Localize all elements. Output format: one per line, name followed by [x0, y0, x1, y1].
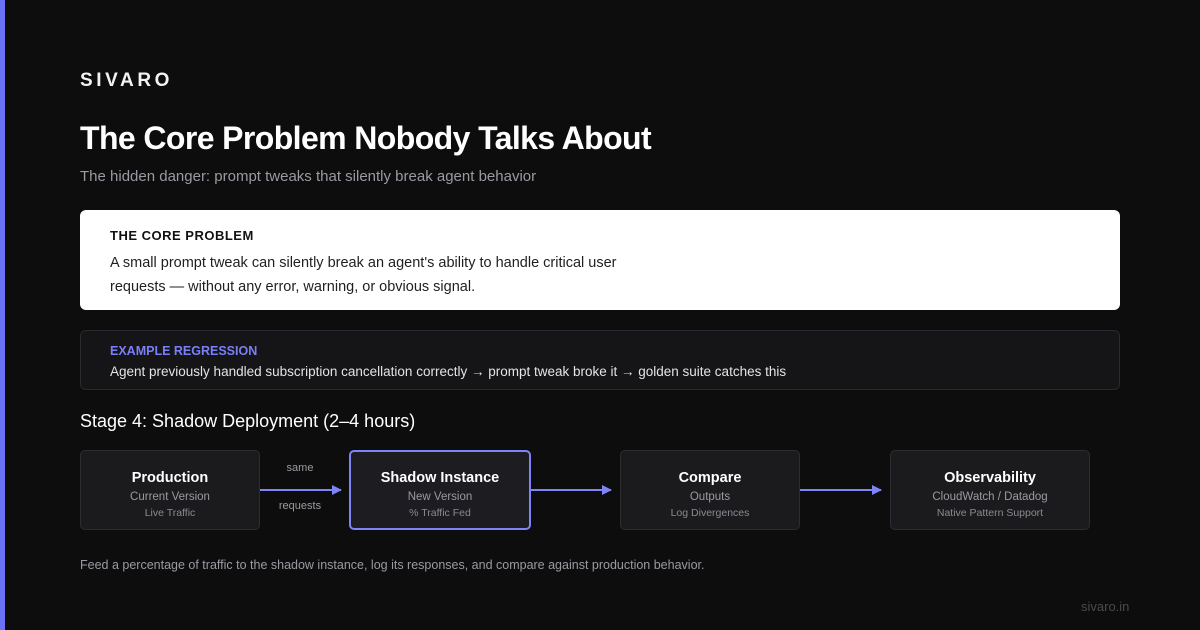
node-compare: Compare Outputs Log Divergences — [620, 450, 800, 530]
edge-label-bottom: requests — [278, 500, 322, 512]
footer-url[interactable]: sivaro.in — [1081, 599, 1129, 614]
node-detail: Live Traffic — [144, 507, 196, 519]
node-title: Compare — [678, 470, 742, 486]
node-shadow-instance: Shadow Instance New Version % Traffic Fe… — [349, 450, 531, 530]
node-title: Shadow Instance — [380, 470, 500, 486]
node-subtitle: Current Version — [130, 491, 210, 503]
node-observability: Observability CloudWatch / Datadog Nativ… — [890, 450, 1090, 530]
node-title: Production — [131, 470, 209, 486]
node-subtitle: CloudWatch / Datadog — [932, 491, 1048, 503]
node-detail: Native Pattern Support — [936, 507, 1044, 519]
edge-label-top: same — [286, 462, 314, 474]
caption: Feed a percentage of traffic to the shad… — [80, 558, 705, 572]
node-subtitle: Outputs — [689, 491, 731, 503]
flow-arrows — [260, 485, 882, 495]
node-production: Production Current Version Live Traffic — [80, 450, 260, 530]
node-detail: Log Divergences — [670, 507, 750, 519]
node-subtitle: New Version — [407, 491, 473, 503]
node-title: Observability — [944, 470, 1036, 486]
node-detail: % Traffic Fed — [409, 507, 471, 519]
